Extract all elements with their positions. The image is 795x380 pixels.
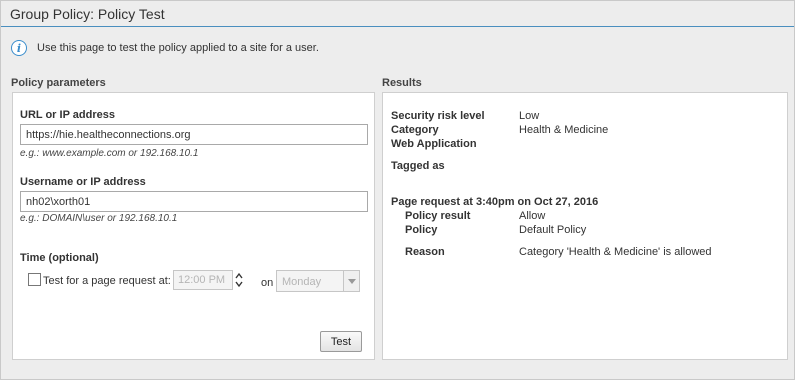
policy-value: Default Policy [519,224,587,236]
reason-label: Reason [405,246,445,258]
url-hint: e.g.: www.example.com or 192.168.10.1 [20,148,199,159]
username-hint: e.g.: DOMAIN\user or 192.168.10.1 [20,213,178,224]
time-input[interactable]: 12:00 PM [173,270,233,290]
page-title: Group Policy: Policy Test [10,6,165,22]
category-value: Health & Medicine [519,124,609,136]
day-select[interactable]: Monday [276,270,360,292]
security-risk-value: Low [519,110,540,122]
policy-parameters-panel: URL or IP address e.g.: www.example.com … [12,92,375,360]
username-input[interactable] [20,191,368,212]
reason-value: Category 'Health & Medicine' is allowed [519,246,712,258]
tagged-as-label: Tagged as [391,160,445,172]
info-text: Use this page to test the policy applied… [37,42,319,54]
info-message: i Use this page to test the policy appli… [11,39,319,57]
policy-parameters-heading: Policy parameters [11,77,106,89]
category-label: Category [391,124,439,136]
chevron-down-icon [343,271,359,291]
day-select-value: Monday [282,276,322,288]
url-label: URL or IP address [20,109,115,121]
test-button[interactable]: Test [320,331,362,352]
time-checkbox-label: Test for a page request at: [43,275,171,287]
results-heading: Results [382,77,422,89]
policy-test-window: Group Policy: Policy Test i Use this pag… [0,0,795,380]
time-checkbox[interactable] [28,273,41,286]
security-risk-label: Security risk level [391,110,485,122]
on-label: on [261,277,274,289]
page-request-heading: Page request at 3:40pm on Oct 27, 2016 [391,196,599,208]
time-label: Time (optional) [20,252,99,264]
time-spinner-icon[interactable] [234,271,244,289]
url-input[interactable] [20,124,368,145]
policy-result-label: Policy result [405,210,471,222]
policy-result-value: Allow [519,210,546,222]
web-application-label: Web Application [391,138,477,150]
title-bar: Group Policy: Policy Test [1,1,794,27]
policy-label: Policy [405,224,438,236]
username-label: Username or IP address [20,176,146,188]
results-panel: Security risk level Low Category Health … [382,92,788,360]
info-icon: i [11,40,27,56]
